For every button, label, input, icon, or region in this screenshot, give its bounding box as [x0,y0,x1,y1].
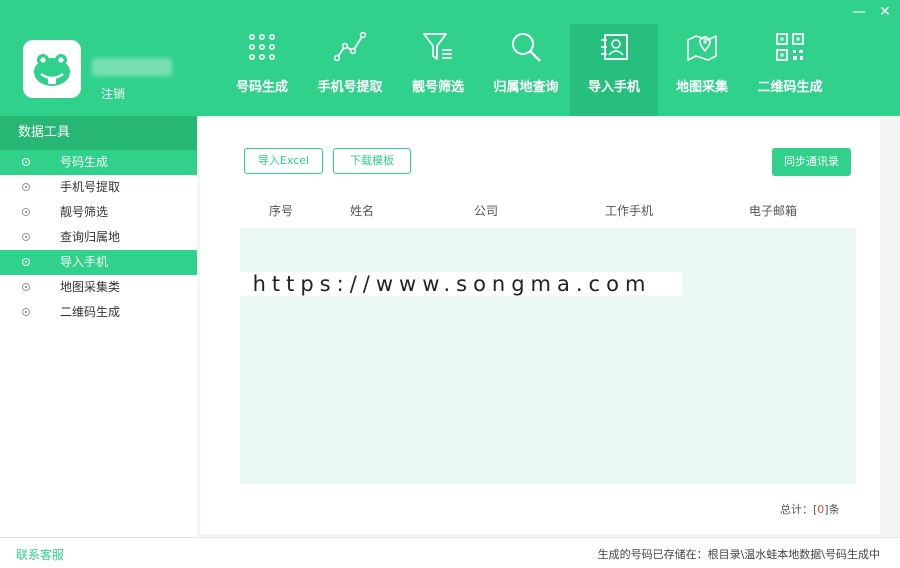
radio-icon [22,308,30,316]
column-header-name: 姓名 [350,204,375,218]
nav-label: 导入手机 [587,80,640,95]
radio-icon [22,208,30,216]
app-logo [23,40,81,98]
search-icon [512,33,541,62]
sidebar-item-label: 靓号筛选 [60,205,109,219]
sidebar-item-label: 号码生成 [60,155,109,169]
sidebar-item-phone-extract[interactable]: 手机号提取 [0,175,197,200]
dots-grid-icon [249,34,275,60]
column-header-work-phone: 工作手机 [605,204,654,218]
app-header: — ✕ 注销 号码生成 手机号提取 靓号筛选 归属地查询 导入手机 地图采集 二… [0,0,900,116]
sidebar-item-label: 二维码生成 [60,305,121,319]
nav-location-query[interactable]: 归属地查询 [482,24,570,116]
frog-logo-icon [34,54,70,86]
sidebar-item-label: 查询归属地 [60,230,121,244]
nav-label: 归属地查询 [493,80,559,95]
nav-label: 靓号筛选 [411,80,464,95]
sidebar-item-pretty-number[interactable]: 靓号筛选 [0,200,197,225]
table-body[interactable] [240,228,856,484]
sidebar-item-qrcode[interactable]: 二维码生成 [0,300,197,325]
contact-card-icon [601,34,628,60]
sync-contacts-button[interactable]: 同步通讯录 [772,148,851,176]
sidebar-item-label: 手机号提取 [60,180,121,194]
column-header-email: 电子邮箱 [749,204,798,218]
sidebar-item-number-generate[interactable]: 号码生成 [0,150,197,175]
column-header-index: 序号 [269,204,294,218]
table-header: 序号 姓名 公司 工作手机 电子邮箱 [240,194,856,229]
nav-pretty-number[interactable]: 靓号筛选 [394,24,482,116]
total-prefix: 总计：[ [780,503,818,516]
sidebar-item-label: 地图采集类 [60,280,121,294]
close-icon[interactable]: ✕ [876,4,894,20]
nav-label: 手机号提取 [317,80,383,95]
download-template-button[interactable]: 下载模板 [333,148,411,174]
import-excel-button[interactable]: 导入Excel [244,148,323,174]
total-count: 总计：[0]条 [780,501,840,517]
nav-phone-extract[interactable]: 手机号提取 [306,24,394,116]
nav-label: 地图采集 [675,80,728,95]
sidebar-item-location-query[interactable]: 查询归属地 [0,225,197,250]
nav-number-generate[interactable]: 号码生成 [218,24,306,116]
nav-label: 二维码生成 [757,80,823,95]
contact-support-link[interactable]: 联系客服 [16,546,64,563]
radio-icon [22,183,30,191]
logout-link[interactable]: 注销 [101,85,125,102]
column-header-company: 公司 [474,204,499,218]
footer-bar: 联系客服 生成的号码已存储在：根目录\温水蛙本地数据\号码生成中 [0,537,900,568]
sidebar-item-import-phone[interactable]: 导入手机 [0,250,197,275]
nav-import-phone[interactable]: 导入手机 [570,24,658,116]
total-suffix: ]条 [824,503,840,516]
line-chart-icon [333,31,367,62]
sidebar-item-map-collect[interactable]: 地图采集类 [0,275,197,300]
top-nav: 号码生成 手机号提取 靓号筛选 归属地查询 导入手机 地图采集 二维码生成 [218,24,834,116]
radio-icon [22,158,30,166]
minimize-icon[interactable]: — [850,4,868,20]
radio-icon [22,258,30,266]
radio-icon [22,233,30,241]
sidebar-item-label: 导入手机 [60,255,109,269]
qr-code-icon [776,33,804,61]
watermark-text: https://www.songma.com [222,272,682,296]
status-text: 生成的号码已存储在：根目录\温水蛙本地数据\号码生成中 [597,548,880,561]
radio-icon [22,283,30,291]
filter-icon [423,33,452,60]
nav-qrcode[interactable]: 二维码生成 [746,24,834,116]
nav-map-collect[interactable]: 地图采集 [658,24,746,116]
sidebar-title: 数据工具 [0,116,197,150]
username-blurred [92,58,172,76]
sidebar: 数据工具 号码生成 手机号提取 靓号筛选 查询归属地 导入手机 地图采集类 二维… [0,116,197,537]
nav-label: 号码生成 [235,80,288,95]
map-pin-icon [687,35,717,61]
